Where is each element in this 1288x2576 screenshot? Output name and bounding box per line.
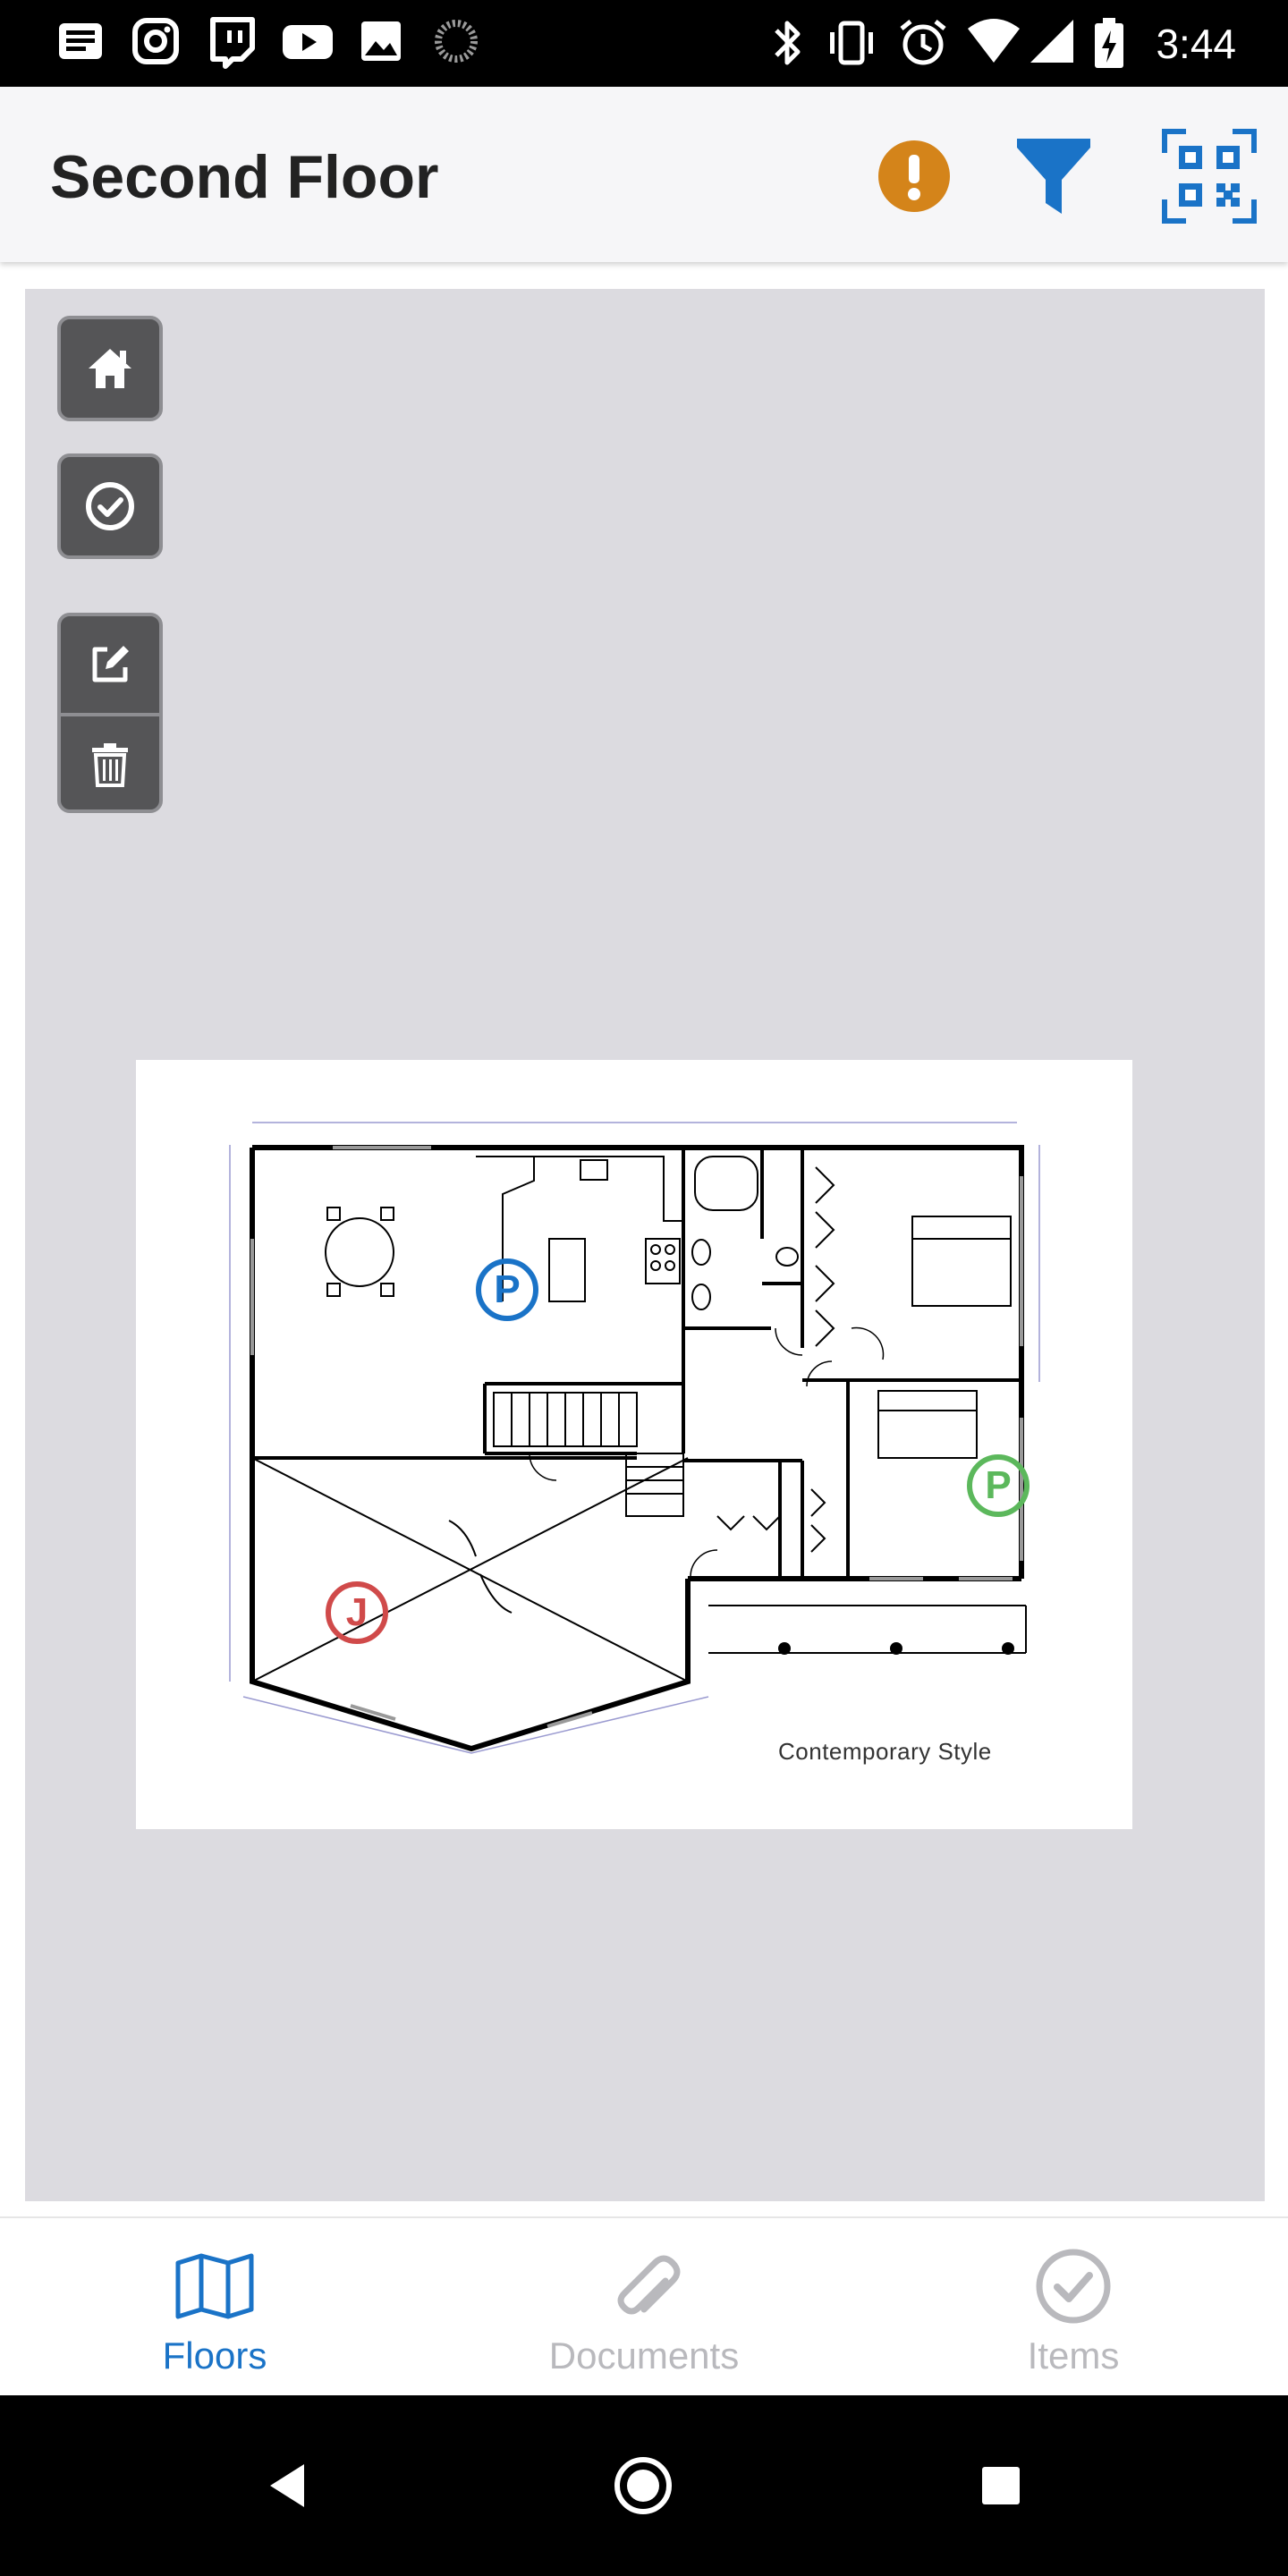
- alert-button[interactable]: [860, 123, 968, 230]
- floor-plan-drawing: [229, 1122, 1040, 1754]
- home-icon: [89, 349, 131, 388]
- youtube-icon: [281, 16, 335, 71]
- image-icon: [356, 16, 406, 71]
- back-button[interactable]: [247, 2445, 327, 2526]
- map-pin-p-blue[interactable]: P: [476, 1258, 538, 1321]
- main-content: P P J Contemporary Style: [0, 262, 1288, 2216]
- bluetooth-icon: [767, 16, 807, 74]
- twitch-icon: [206, 16, 256, 74]
- system-navigation-bar: [0, 2395, 1288, 2576]
- bottom-navigation: Floors Documents Items: [0, 2216, 1288, 2395]
- filter-button[interactable]: [1000, 123, 1107, 230]
- wifi-icon: [966, 16, 1021, 71]
- edit-tool-group: [57, 613, 163, 813]
- alarm-icon: [896, 16, 950, 74]
- delete-button[interactable]: [61, 716, 159, 809]
- map-icon: [175, 2253, 254, 2319]
- status-bar: 3:44: [0, 0, 1288, 87]
- home-button[interactable]: [57, 316, 163, 421]
- map-pin-p-green[interactable]: P: [967, 1454, 1030, 1517]
- back-icon: [270, 2464, 304, 2507]
- home-system-button[interactable]: [603, 2445, 683, 2526]
- qr-scan-button[interactable]: [1156, 123, 1263, 230]
- check-circle-icon: [1036, 2249, 1111, 2324]
- instagram-icon: [131, 16, 181, 71]
- loading-icon: [431, 16, 481, 71]
- paperclip-icon: [617, 2255, 681, 2315]
- page-title: Second Floor: [50, 143, 439, 211]
- app-bar: Second Floor: [0, 87, 1288, 262]
- alert-icon: [878, 140, 950, 212]
- battery-charging-icon: [1093, 16, 1125, 74]
- tab-floors-label: Floors: [162, 2334, 267, 2377]
- check-circle-icon: [86, 482, 134, 530]
- edit-button[interactable]: [61, 616, 159, 713]
- signal-icon: [1027, 16, 1077, 71]
- floor-plan-image: P P J Contemporary Style: [136, 1060, 1132, 1829]
- recents-icon: [982, 2467, 1020, 2504]
- plan-caption: Contemporary Style: [778, 1738, 992, 1765]
- tab-floors[interactable]: Floors: [80, 2243, 349, 2386]
- filter-icon: [1017, 139, 1090, 214]
- tab-documents[interactable]: Documents: [510, 2243, 778, 2386]
- clock-time: 3:44: [1156, 21, 1236, 67]
- tab-items-label: Items: [1027, 2334, 1120, 2377]
- tab-documents-label: Documents: [548, 2334, 740, 2377]
- vibrate-icon: [825, 16, 878, 74]
- edit-icon: [92, 646, 129, 682]
- qr-code-icon: [1162, 129, 1257, 224]
- tab-items[interactable]: Items: [939, 2243, 1208, 2386]
- recents-button[interactable]: [961, 2445, 1041, 2526]
- check-button[interactable]: [57, 453, 163, 559]
- map-pin-j-red[interactable]: J: [326, 1581, 388, 1644]
- news-icon: [55, 16, 106, 71]
- floor-map-canvas[interactable]: P P J Contemporary Style: [25, 289, 1265, 2201]
- trash-icon: [92, 743, 128, 787]
- home-circle-icon: [614, 2457, 672, 2514]
